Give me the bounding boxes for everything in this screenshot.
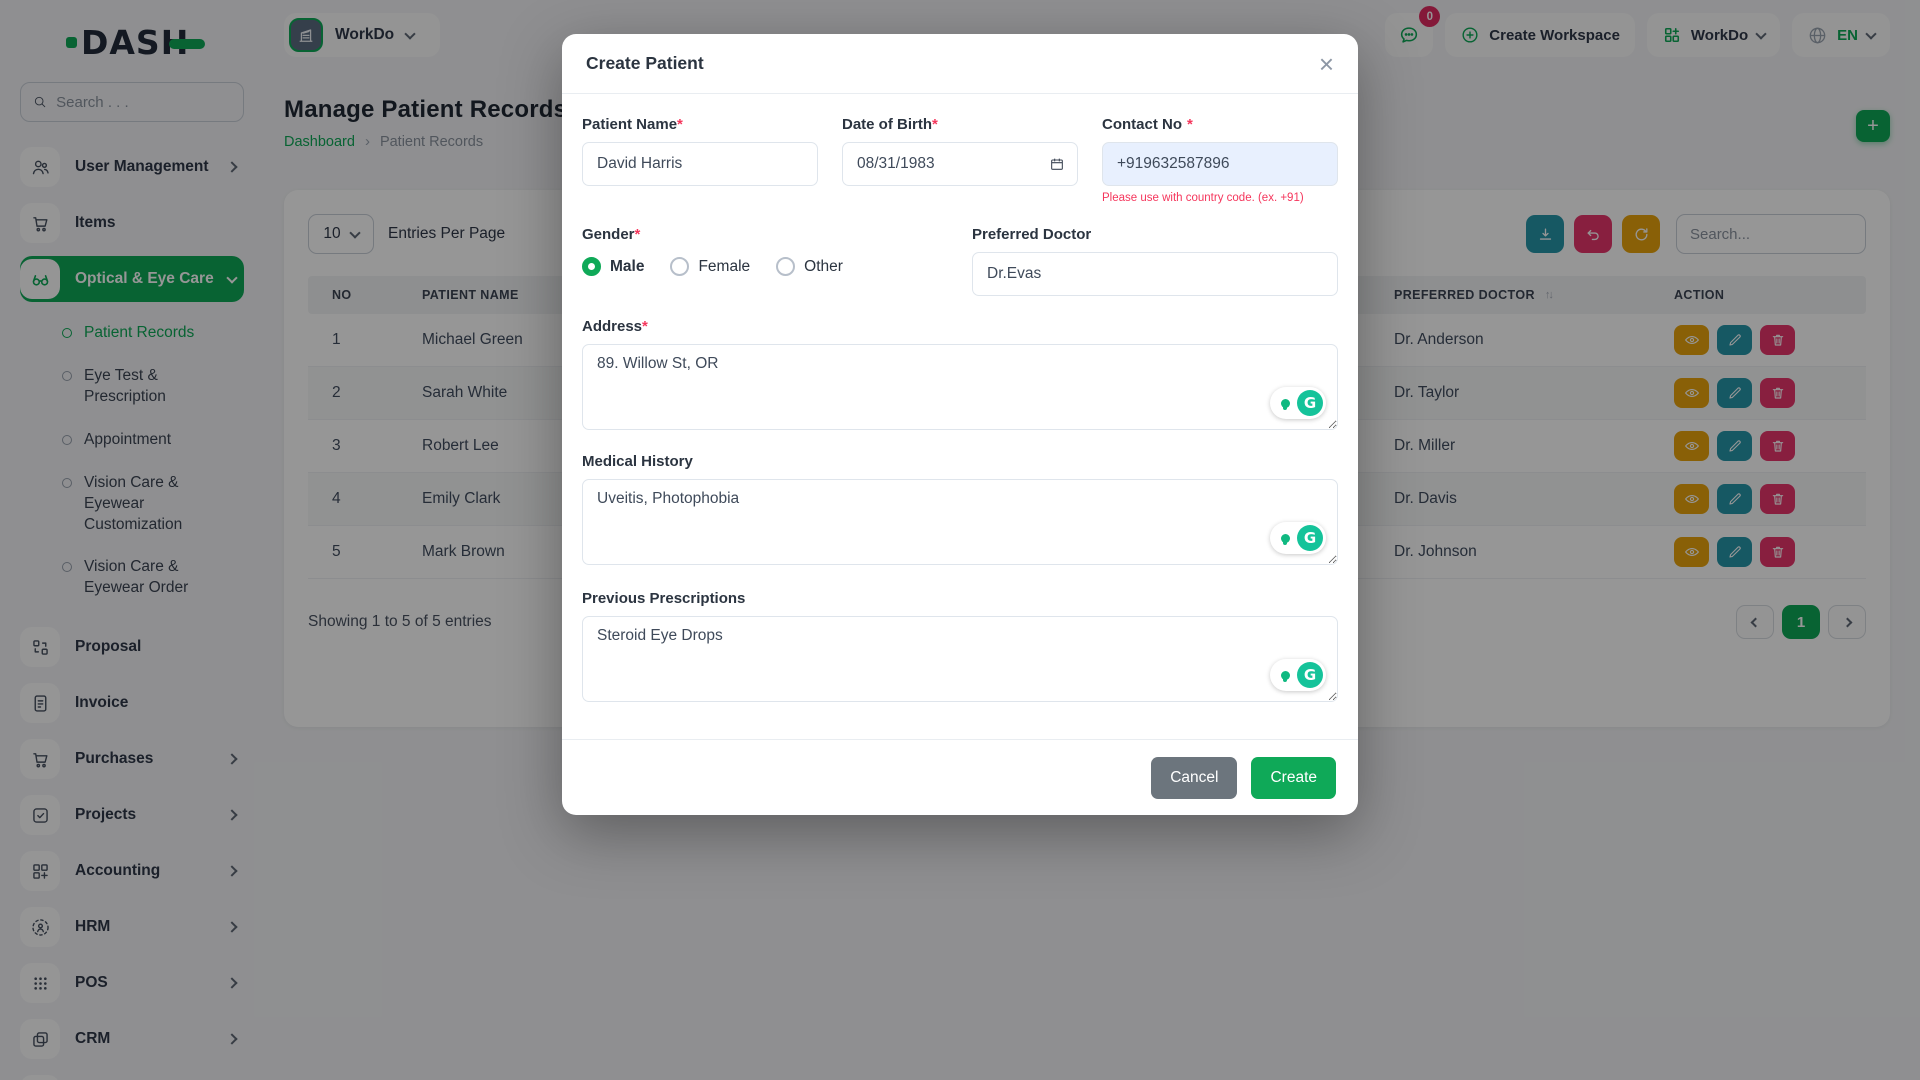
gender-other-radio[interactable]: Other [776, 257, 843, 276]
grammarly-suggestion-icon[interactable] [1273, 663, 1297, 687]
contact-field-group: Contact No* Please use with country code… [1102, 116, 1338, 204]
modal-footer: Cancel Create [562, 739, 1358, 815]
required-asterisk: * [1187, 116, 1193, 133]
previous-prescriptions-label: Previous Prescriptions [582, 590, 1338, 607]
dob-label: Date of Birth* [842, 116, 1078, 133]
radio-selected-icon [582, 257, 601, 276]
patient-name-field-group: Patient Name* [582, 116, 818, 204]
preferred-doctor-input[interactable] [972, 252, 1338, 296]
required-asterisk: * [635, 226, 641, 243]
medical-history-label: Medical History [582, 453, 1338, 470]
required-asterisk: * [932, 116, 938, 133]
patient-name-input[interactable] [582, 142, 818, 186]
gender-field-group: Gender* Male Female Other [582, 226, 948, 296]
grammarly-suggestion-icon[interactable] [1273, 526, 1297, 550]
address-label: Address* [582, 318, 1338, 335]
app-root: DASH User Management Items [0, 0, 1920, 1080]
address-textarea[interactable]: 89. Willow St, OR [582, 344, 1338, 430]
address-field-group: Address* 89. Willow St, OR G [582, 318, 1338, 435]
cancel-button[interactable]: Cancel [1151, 757, 1237, 799]
modal-header: Create Patient × [562, 34, 1358, 94]
create-button[interactable]: Create [1251, 757, 1336, 799]
grammarly-widget[interactable]: G [1270, 522, 1326, 554]
grammarly-widget[interactable]: G [1270, 659, 1326, 691]
grammarly-suggestion-icon[interactable] [1273, 391, 1297, 415]
calendar-icon[interactable] [1049, 156, 1065, 172]
modal-body: Patient Name* Date of Birth* 08/31/1983 … [562, 94, 1358, 713]
dob-field-group: Date of Birth* 08/31/1983 [842, 116, 1078, 204]
grammarly-g-icon[interactable]: G [1297, 390, 1323, 416]
patient-name-label: Patient Name* [582, 116, 818, 133]
preferred-doctor-label: Preferred Doctor [972, 226, 1338, 243]
gender-male-radio[interactable]: Male [582, 257, 644, 276]
create-patient-modal: Create Patient × Patient Name* Date of B… [562, 34, 1358, 815]
previous-prescriptions-textarea[interactable]: Steroid Eye Drops [582, 616, 1338, 702]
previous-prescriptions-field-group: Previous Prescriptions Steroid Eye Drops… [582, 590, 1338, 707]
radio-icon [776, 257, 795, 276]
dob-input[interactable]: 08/31/1983 [842, 142, 1078, 186]
grammarly-g-icon[interactable]: G [1297, 525, 1323, 551]
radio-icon [670, 257, 689, 276]
required-asterisk: * [677, 116, 683, 133]
grammarly-widget[interactable]: G [1270, 387, 1326, 419]
grammarly-g-icon[interactable]: G [1297, 662, 1323, 688]
contact-helper-text: Please use with country code. (ex. +91) [1102, 192, 1338, 204]
contact-input[interactable] [1102, 142, 1338, 186]
required-asterisk: * [642, 318, 648, 335]
preferred-doctor-field-group: Preferred Doctor [972, 226, 1338, 296]
modal-title: Create Patient [586, 53, 704, 74]
medical-history-field-group: Medical History Uveitis, Photophobia G [582, 453, 1338, 570]
gender-radio-group: Male Female Other [582, 257, 948, 276]
gender-label: Gender* [582, 226, 948, 243]
contact-label: Contact No* [1102, 116, 1338, 133]
medical-history-textarea[interactable]: Uveitis, Photophobia [582, 479, 1338, 565]
gender-female-radio[interactable]: Female [670, 257, 750, 276]
close-icon[interactable]: × [1319, 51, 1334, 77]
